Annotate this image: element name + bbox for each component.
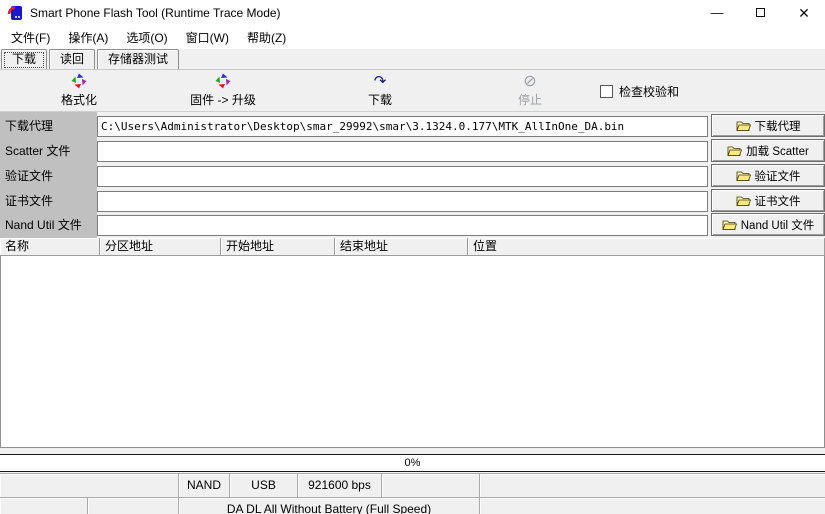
open-folder-icon [722,219,737,231]
tab-readback[interactable]: 读回 [49,49,95,69]
auth-file-label: 验证文件 [5,166,53,187]
load-scatter-button[interactable]: 加载 Scatter [711,139,825,162]
app-icon [7,5,23,21]
open-folder-icon [736,120,751,132]
download-button[interactable]: ↷ 下载 [345,73,415,108]
open-folder-icon [727,145,742,157]
status-cell-empty [480,474,825,497]
status-bar-row1: NAND USB 921600 bps [0,473,825,497]
format-button[interactable]: 格式化 [40,73,118,108]
browse-button-label: 下载代理 [755,118,801,134]
auth-file-browse-button[interactable]: 验证文件 [711,164,825,187]
nand-util-file-label: Nand Util 文件 [5,215,82,236]
cert-file-input[interactable] [97,191,708,212]
cert-file-label: 证书文件 [5,191,53,212]
browse-button-label: 加载 Scatter [746,143,809,159]
scatter-file-input[interactable] [97,141,708,162]
open-folder-icon [736,170,751,182]
maximize-icon [756,8,765,17]
partition-table-header: 名称 分区地址 开始地址 结束地址 位置 [0,238,825,256]
menu-options[interactable]: 选项(O) [117,26,176,49]
column-header-location[interactable]: 位置 [468,238,825,256]
close-button[interactable]: ✕ [784,0,824,26]
stop-label: 停止 [518,91,542,108]
column-header-name[interactable]: 名称 [0,238,100,256]
open-folder-icon [736,195,751,207]
minimize-button[interactable]: — [697,0,737,26]
column-header-partition-address[interactable]: 分区地址 [100,238,221,256]
tab-strip: 下载 读回 存储器测试 [0,49,825,70]
browse-button-label: Nand Util 文件 [741,217,815,233]
progress-bar: 0% [0,454,825,472]
no-entry-icon: ⊘ [523,73,536,90]
title-bar: Smart Phone Flash Tool (Runtime Trace Mo… [0,0,825,26]
partition-table-body[interactable] [0,256,825,448]
toolbar: 格式化 固件 -> 升级 ↷ 下载 ⊘ 停止 检查校验和 [0,70,825,112]
nand-util-file-input[interactable] [97,215,708,236]
cert-file-browse-button[interactable]: 证书文件 [711,189,825,212]
nand-util-browse-button[interactable]: Nand Util 文件 [711,213,825,236]
download-agent-label: 下载代理 [5,116,53,137]
file-fields-panel: 下载代理 下载代理 Scatter 文件 加载 Scatter 验证文件 验证文… [0,112,825,238]
tab-download[interactable]: 下载 [1,49,47,69]
window-title: Smart Phone Flash Tool (Runtime Trace Mo… [30,0,281,26]
progress-percent: 0% [405,457,421,469]
status-cell-empty [480,498,825,514]
status-cell-storage-type: NAND [179,474,230,497]
menu-bar: 文件(F) 操作(A) 选项(O) 窗口(W) 帮助(Z) [0,26,825,49]
firmware-upgrade-button[interactable]: 固件 -> 升级 [163,73,283,108]
status-cell-empty [0,474,179,497]
status-cell-empty [382,474,480,497]
download-label: 下载 [368,91,392,108]
menu-window[interactable]: 窗口(W) [177,26,238,49]
checksum-option: 检查校验和 [600,83,679,100]
app-window: Smart Phone Flash Tool (Runtime Trace Mo… [0,0,825,514]
checksum-label: 检查校验和 [619,83,679,100]
firmware-upgrade-label: 固件 -> 升级 [190,91,256,108]
status-cell-empty [0,498,88,514]
browse-button-label: 证书文件 [755,193,801,209]
format-label: 格式化 [61,91,97,108]
download-agent-input[interactable] [97,116,708,137]
checksum-checkbox[interactable] [600,85,613,98]
menu-file[interactable]: 文件(F) [2,26,59,49]
maximize-button[interactable] [740,0,780,26]
status-cell-download-mode: DA DL All Without Battery (Full Speed) [179,498,480,514]
column-header-start-address[interactable]: 开始地址 [221,238,335,256]
pinwheel-icon [215,73,231,90]
menu-help[interactable]: 帮助(Z) [238,26,295,49]
status-cell-empty [88,498,179,514]
auth-file-input[interactable] [97,166,708,187]
column-header-end-address[interactable]: 结束地址 [335,238,468,256]
scatter-file-label: Scatter 文件 [5,141,70,162]
stop-button[interactable]: ⊘ 停止 [495,73,565,108]
menu-operation[interactable]: 操作(A) [59,26,117,49]
tab-memory-test[interactable]: 存储器测试 [97,49,179,69]
status-cell-baud-rate: 921600 bps [298,474,382,497]
curved-arrow-icon: ↷ [374,73,387,90]
browse-button-label: 验证文件 [755,168,801,184]
status-cell-connection: USB [230,474,298,497]
download-agent-browse-button[interactable]: 下载代理 [711,114,825,137]
pinwheel-icon [71,73,87,90]
status-bar-row2: DA DL All Without Battery (Full Speed) [0,497,825,514]
